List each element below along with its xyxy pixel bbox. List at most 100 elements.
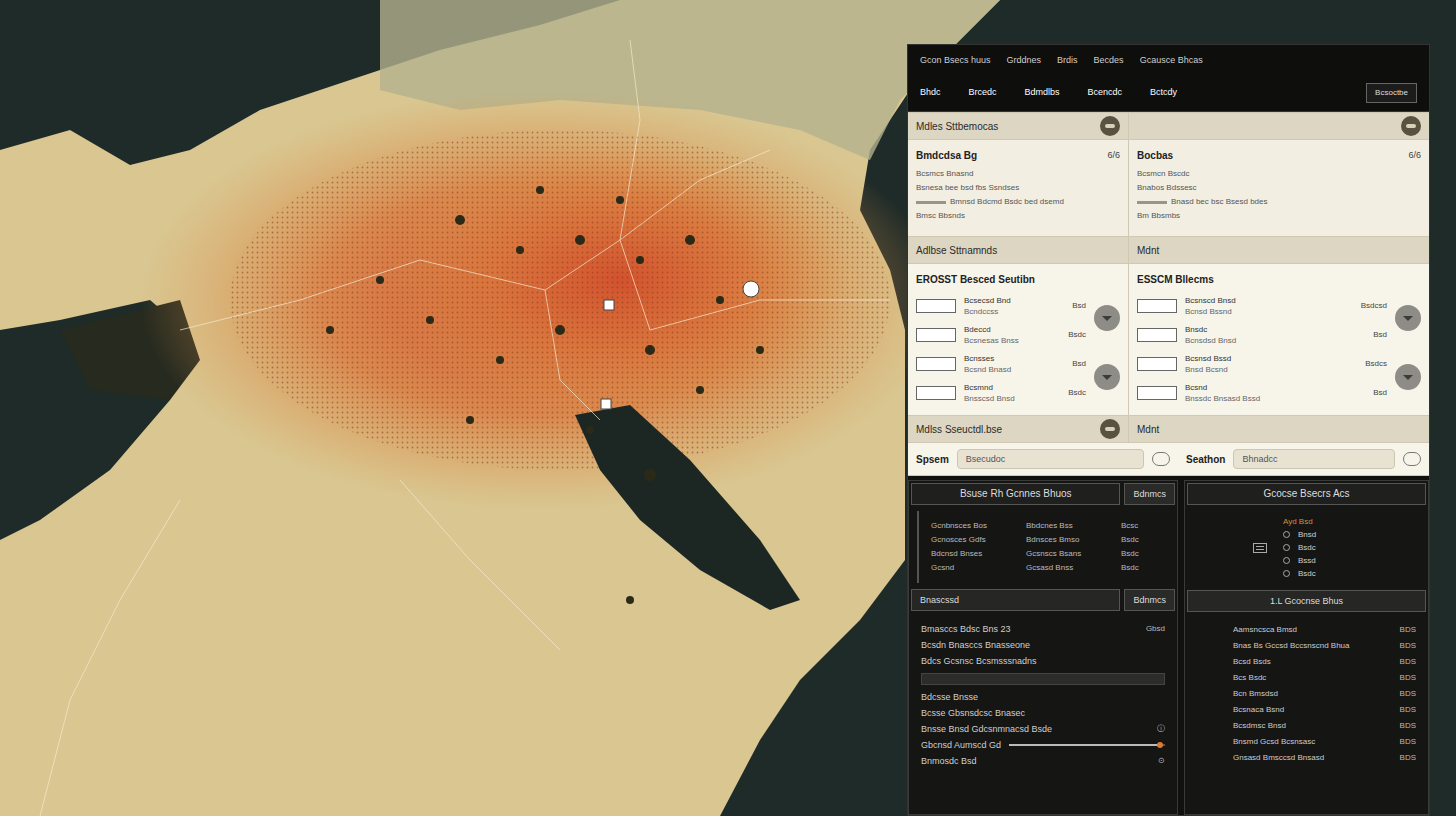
radio[interactable] [1283, 531, 1290, 538]
nav-link[interactable]: Gcon Bsecs huus [920, 53, 991, 67]
expand-icon[interactable] [1395, 305, 1421, 331]
radio[interactable] [1283, 544, 1290, 551]
expand-icon[interactable] [1094, 305, 1120, 331]
nav-link[interactable]: Bcencdc [1088, 86, 1123, 100]
row-text: BcnssesBcsnd Bnasd [964, 353, 1064, 375]
toggle-icon[interactable] [1401, 116, 1421, 136]
card-line: Bcsmcn Bscdc [1137, 167, 1421, 181]
section-title: Mdlss Sseuctdl.bse [908, 416, 1129, 442]
card-line: Bmsc Bbsnds [916, 209, 1120, 223]
list-row: Bnsmd Gcsd BcsnsascBDS [1233, 734, 1416, 750]
header-button[interactable]: Bcsoctbe [1366, 83, 1417, 103]
row-box[interactable] [1137, 357, 1177, 371]
expand-icon[interactable] [1094, 364, 1120, 390]
row-value: Bsdcsd [1361, 300, 1387, 312]
nav-link[interactable]: Brdis [1057, 53, 1078, 67]
list-row: Bcsdmsc BnsdBDS [1233, 718, 1416, 734]
section-title: Adlbse Sttnamnds [908, 237, 1129, 263]
toggle-icon[interactable] [1100, 116, 1120, 136]
row-value: Bsd [1072, 358, 1086, 370]
card-count: 6/6 [1107, 149, 1120, 163]
card-header: Bocbas6/6 [1137, 148, 1421, 163]
radio[interactable] [1283, 557, 1290, 564]
search-field: Seathon [1178, 443, 1429, 475]
legend-label: Bssd [1298, 554, 1316, 567]
row-text: BdeccdBcsnesas Bnss [964, 324, 1060, 346]
subtitle-button[interactable]: Bdnmcs [1124, 589, 1175, 611]
slider-fill [1009, 744, 1160, 746]
alert-row: BdeccdBcsnesas BnssBsdc [916, 320, 1086, 349]
results-items: Bmasccs Bdsc Bns 23GbsdBcsdn Bnasccs Bna… [909, 613, 1177, 769]
search-input[interactable] [957, 449, 1144, 469]
legend-label: Bnsd [1298, 528, 1316, 541]
nav-link[interactable]: Bctcdy [1150, 86, 1177, 100]
slider-label: Gbcnsd Aumscd Gd [921, 737, 1001, 753]
legend: Ayd BsdBnsdBsdcBssdBsdc [1185, 507, 1428, 588]
item-label: Bnmosdc Bsd [921, 753, 1150, 769]
row-box[interactable] [916, 357, 956, 371]
results-panel: Bsuse Rh Gcnnes BhuosBdnmcsGcnbnsces Bos… [908, 480, 1178, 815]
row-box[interactable] [916, 299, 956, 313]
nav-link[interactable]: Gcausce Bhcas [1140, 53, 1203, 67]
table-row: Bdcnsd BnsesGcsnscs BsansBsdc [931, 547, 1165, 561]
card-line: Bsnesa bee bsd fbs Ssndses [916, 181, 1120, 195]
section-title: Mdnt [1129, 237, 1429, 263]
section-title-text: Mdnt [1137, 422, 1421, 437]
table-row: Gcnbnsces BosBbdcnes BssBcsc [931, 519, 1165, 533]
row-box[interactable] [1137, 386, 1177, 400]
results-button[interactable]: Bdnmcs [1124, 483, 1175, 505]
empty-field[interactable] [921, 673, 1165, 685]
map-pin[interactable] [601, 399, 611, 409]
radio[interactable] [1283, 570, 1290, 577]
row-box[interactable] [916, 386, 956, 400]
item-label: Bcsse Gbsnsdcsc Bnasec [921, 705, 1165, 721]
sources-panel: Gcocse Bsecrs AcsAyd BsdBnsdBsdcBssdBsdc… [1184, 480, 1429, 815]
alert-row: BcnssesBcsnd Bnasd Bsd [916, 349, 1086, 378]
overview-section: Mdles SttbemocasBmdcdsa Bg6/6Bcsmcs Bnas… [908, 112, 1429, 443]
toggle-icon[interactable] [1100, 419, 1120, 439]
map-view: Gcon Bsecs huus Grddnes Brdis Becdes Gcausce… [0, 0, 1456, 816]
overview-card: Bocbas6/6Bcsmcn BscdcBnabos BdssescBnasd… [1129, 140, 1429, 236]
slider-knob[interactable] [1157, 742, 1163, 748]
table-row: Gcnosces GdfsBdnsces BmsoBsdc [931, 533, 1165, 547]
slider-track[interactable] [1009, 744, 1165, 746]
row-box[interactable] [916, 328, 956, 342]
table-row: GcsndGcsasd BnssBsdc [931, 561, 1165, 575]
row-text: BnsdcBcnsdsd Bnsd [1185, 324, 1365, 346]
expand-icon[interactable] [1395, 364, 1421, 390]
top-nav: Gcon Bsecs huus Grddnes Brdis Becdes Gcausce… [920, 53, 1417, 67]
alert-row: Bcsnscd BnsdBcnsd BssndBsdcsd [1137, 291, 1387, 320]
subtitle: Bnascssd [911, 589, 1120, 611]
alert-card: ESSCM BllecmsBcsnscd BnsdBcnsd BssndBsdc… [1129, 264, 1429, 415]
search-icon[interactable] [1403, 452, 1421, 466]
section-title: Mdnt [1129, 416, 1429, 442]
section-title-text: Mdles Sttbemocas [916, 119, 1092, 134]
alert-title: EROSST Besced Seutibn [916, 272, 1086, 287]
search-icon[interactable] [1152, 452, 1170, 466]
nav-link[interactable]: Grddnes [1007, 53, 1042, 67]
row-label: Bcnsses [964, 353, 1064, 364]
item-label: Bdcs Gcsnsc Bcsmsssnadns [921, 653, 1165, 669]
list-row: Aamsncsca BmsdBDS [1233, 622, 1416, 638]
legend-option[interactable]: Bssd [1283, 554, 1316, 567]
legend-option[interactable]: Bnsd [1283, 528, 1316, 541]
list-value: BDS [1400, 622, 1416, 638]
item-value: Gbsd [1146, 621, 1165, 637]
nav-link[interactable]: Becdes [1094, 53, 1124, 67]
legend-option[interactable]: Bsdc [1283, 541, 1316, 554]
row-box[interactable] [1137, 328, 1177, 342]
card-line-text: Bm Bbsmbs [1137, 209, 1180, 223]
search-input[interactable] [1233, 449, 1395, 469]
legend-option[interactable]: Bsdc [1283, 567, 1316, 580]
sub-nav: Bhdc Brcedc Bdmdlbs Bcencdc Bctcdy Bcsoctbe [920, 83, 1417, 103]
nav-link[interactable]: Bhdc [920, 86, 941, 100]
nav-link[interactable]: Bdmdlbs [1025, 86, 1060, 100]
map-pin[interactable] [743, 281, 759, 297]
row-box[interactable] [1137, 299, 1177, 313]
icon-line [1256, 546, 1264, 547]
map-pin[interactable] [604, 300, 614, 310]
nav-link[interactable]: Brcedc [969, 86, 997, 100]
card-line-text: Bmnsd Bdcmd Bsdc bed dsemd [950, 195, 1064, 209]
table-cell: Bsdc [1121, 561, 1165, 575]
result-item: Bcsse Gbsnsdcsc Bnasec [921, 705, 1165, 721]
